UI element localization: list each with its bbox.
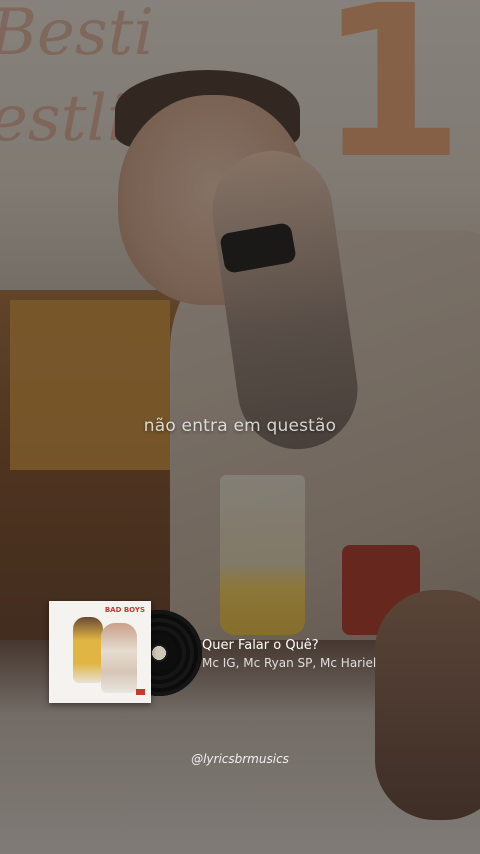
watermark-handle: @lyricsbrmusics bbox=[191, 752, 289, 766]
album-cover[interactable]: BAD BOYS bbox=[49, 601, 151, 703]
song-title[interactable]: Quer Falar o Quê? bbox=[202, 638, 319, 653]
parental-advisory-icon bbox=[136, 689, 145, 695]
album-cover-figure bbox=[101, 623, 137, 693]
song-artists: Mc IG, Mc Ryan SP, Mc Hariel bbox=[202, 656, 377, 670]
album-cover-figure bbox=[73, 617, 103, 683]
album-cover-label: BAD BOYS bbox=[104, 606, 145, 614]
lyric-line: não entra em questão bbox=[143, 416, 337, 436]
